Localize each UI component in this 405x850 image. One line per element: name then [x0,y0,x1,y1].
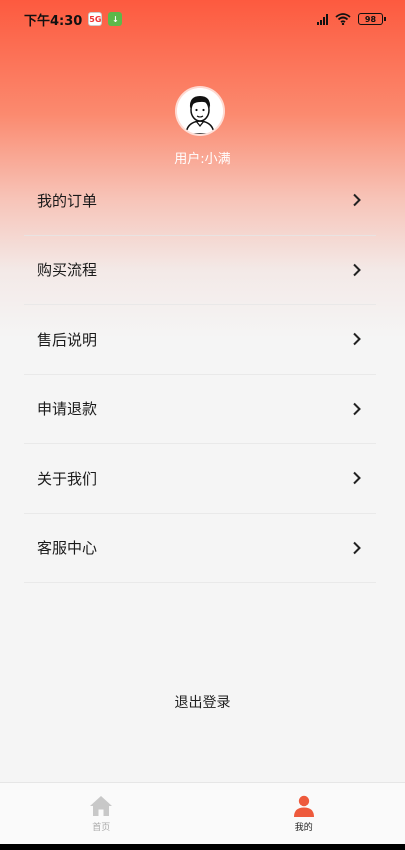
menu-item-label: 售后说明 [37,330,98,349]
tab-home-label: 首页 [92,823,111,833]
logout-button[interactable]: 退出登录 [0,692,405,712]
menu-item-label: 关于我们 [37,469,98,488]
username: 用户:小满 [174,152,231,167]
user-avatar-icon [177,88,223,134]
chevron-right-icon [353,472,361,485]
menu-item-customer-service[interactable]: 客服中心 [24,514,376,583]
menu-item-label: 我的订单 [37,191,98,210]
avatar[interactable] [177,88,223,134]
tab-mine-label: 我的 [294,823,313,833]
battery-icon: 98 [358,13,386,25]
download-notification-icon: ↓ [108,12,123,26]
home-icon [90,796,113,816]
chevron-right-icon [353,333,361,346]
menu-item-after-sales[interactable]: 售后说明 [24,305,376,375]
chevron-right-icon [353,402,361,415]
menu-item-refund[interactable]: 申请退款 [24,375,376,444]
system-nav-strip [0,844,405,850]
tab-mine[interactable]: 我的 [203,783,405,844]
chevron-right-icon [353,541,361,554]
tab-home[interactable]: 首页 [0,783,203,844]
chevron-right-icon [353,263,361,276]
bottom-tab-bar: 首页 我的 [0,782,405,844]
menu-item-label: 客服中心 [37,539,98,558]
status-time: 下午4:30 [24,13,83,29]
menu-item-purchase-process[interactable]: 购买流程 [24,236,376,305]
status-bar: 下午4:30 5G ↓ 98 [0,0,405,38]
menu-list: 我的订单 购买流程 售后说明 申请退款 关于我们 客服中心 [24,166,376,583]
menu-item-label: 购买流程 [37,261,98,280]
wifi-icon [335,13,351,25]
cell-signal-icon [317,13,328,25]
person-icon [293,795,314,817]
menu-item-my-orders[interactable]: 我的订单 [24,166,376,236]
chevron-right-icon [353,194,361,207]
menu-item-label: 申请退款 [37,400,98,419]
notification-5g-icon: 5G [88,12,103,26]
menu-item-about-us[interactable]: 关于我们 [24,444,376,514]
battery-level: 98 [364,14,377,24]
